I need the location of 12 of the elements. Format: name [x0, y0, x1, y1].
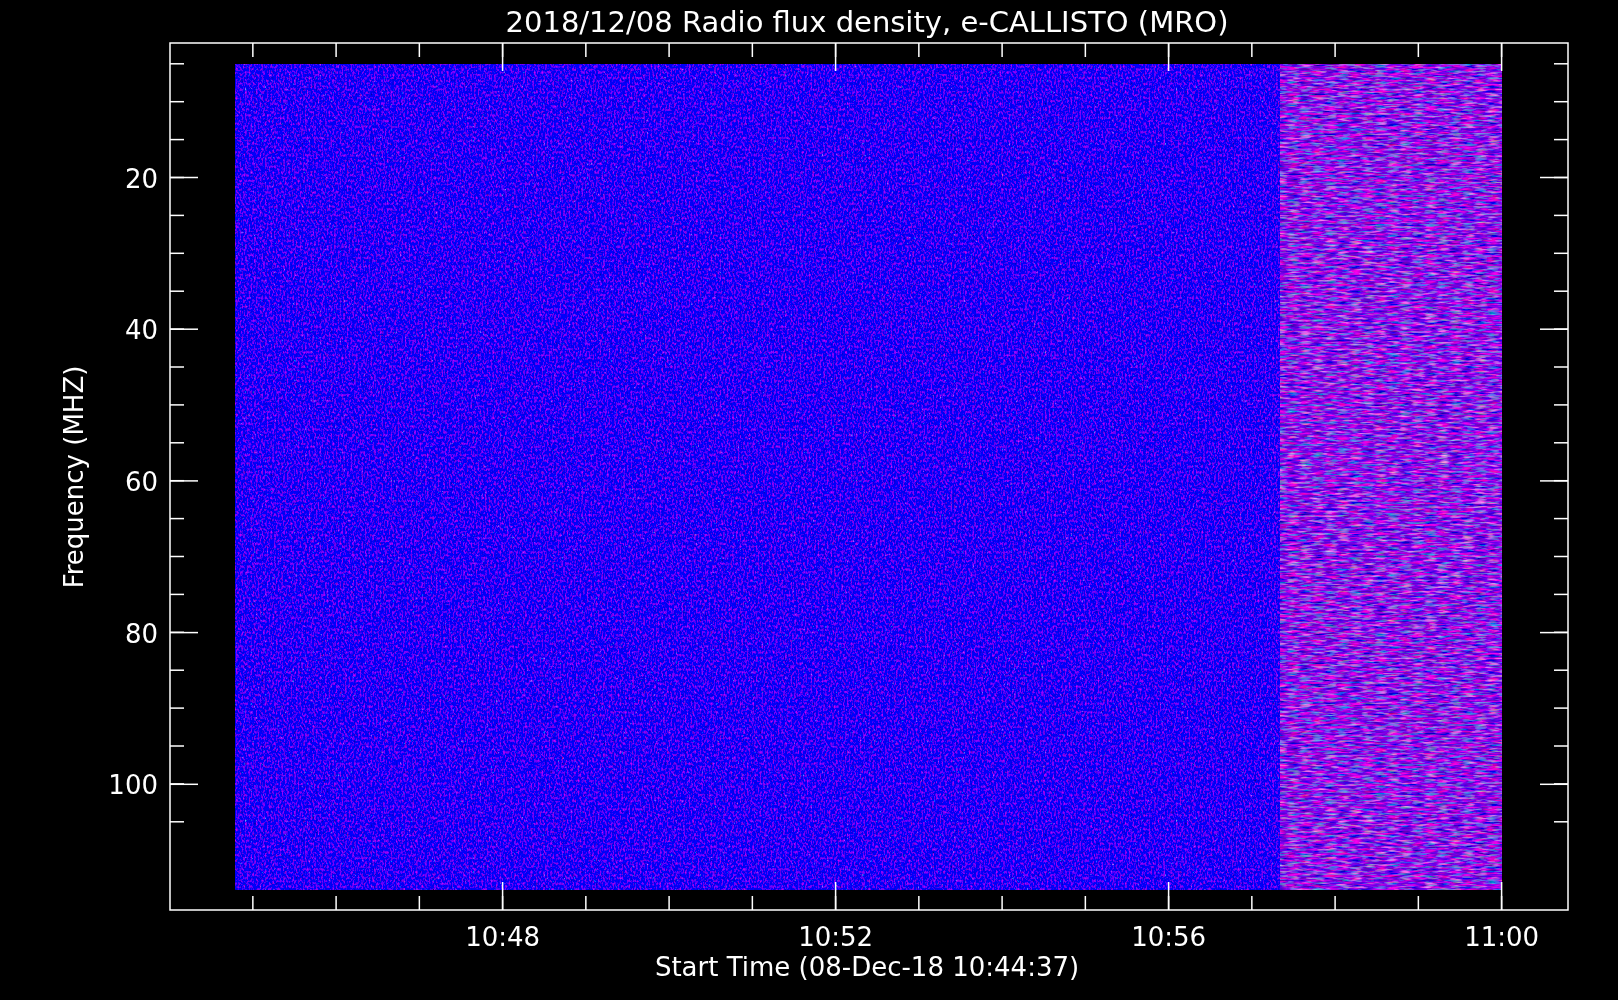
x-axis-label: Start Time (08-Dec-18 10:44:37) [654, 952, 1080, 982]
y-tick-label: 80 [124, 618, 158, 649]
y-tick-label: 40 [124, 315, 158, 346]
y-tick-label: 100 [108, 770, 158, 801]
x-tick-label: 10:48 [465, 922, 541, 952]
chart-title: 2018/12/08 Radio flux density, e-CALLISTO (MRO) [505, 5, 1229, 39]
x-tick-label: 10:52 [798, 922, 874, 952]
y-axis-label: Frequency (MHZ) [59, 365, 89, 589]
y-tick-label: 60 [124, 466, 158, 497]
y-tick-label: 20 [124, 163, 158, 194]
x-tick-label: 10:56 [1131, 922, 1207, 952]
x-tick-label: 11:00 [1464, 922, 1540, 952]
